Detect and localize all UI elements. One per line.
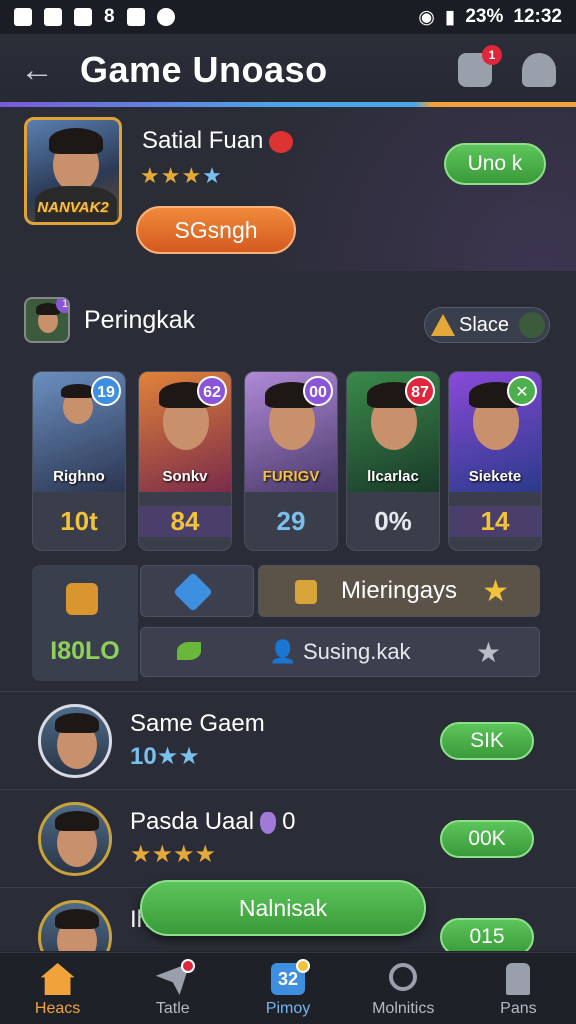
player-badge: ✕ <box>507 376 537 406</box>
unlock-button[interactable]: Uno k <box>444 143 546 185</box>
signal-icon: ▮ <box>444 6 456 28</box>
player-card[interactable]: 87 lIcarlac 0% <box>346 371 440 551</box>
ranking-badge: 1 <box>56 299 68 313</box>
bottom-nav: Heacs Tatle 32 Pimoy Molnitics Pans <box>0 952 576 1024</box>
player-badge: 62 <box>197 376 227 406</box>
avatar <box>38 900 112 951</box>
list-item-name: Same Gaem <box>130 710 265 737</box>
list-item-button[interactable]: SIK <box>440 722 534 760</box>
thumb-icon <box>506 963 531 995</box>
photo-icon <box>14 8 32 26</box>
player-score: 84 <box>139 506 231 537</box>
list-item-rating: 10★★ <box>130 743 200 770</box>
total-stat: I80LO <box>32 565 138 681</box>
profile-action-button[interactable]: SGsngh <box>136 206 296 254</box>
leaf-icon <box>177 642 201 660</box>
avatar-tag: NANVAK2 <box>37 199 109 216</box>
notification-icon <box>126 8 145 26</box>
profile-rating: ★★★★ <box>140 163 223 188</box>
player-score: 14 <box>449 506 541 537</box>
status-glyph: 8 <box>104 6 115 27</box>
avatar <box>38 704 112 778</box>
list-item[interactable]: Pasda Uaal 0 ★★★★ 00K <box>0 789 576 887</box>
trophy-icon <box>66 583 98 615</box>
list-item-rating: ★★★★ <box>130 841 217 868</box>
avatar <box>38 802 112 876</box>
ranking-title: Peringkak <box>84 305 196 334</box>
ranking-section: 1 Peringkak Slace 19 Righno 10t 62 Sonkv… <box>0 271 576 951</box>
list-item-button[interactable]: 015 <box>440 918 534 951</box>
nav-label: Tatle <box>155 1000 190 1017</box>
star-icon: ★ <box>482 575 509 608</box>
nav-label: Molnitics <box>372 1000 435 1017</box>
page-title: Game Unoaso <box>80 49 328 90</box>
player-card[interactable]: ✕ Siekete 14 <box>448 371 542 551</box>
player-badge: 00 <box>303 376 333 406</box>
user-icon: 👤 <box>269 639 303 664</box>
nav-badge <box>180 959 195 973</box>
player-card[interactable]: 62 Sonkv 84 <box>138 371 232 551</box>
nav-home[interactable]: Heacs <box>0 953 115 1024</box>
cube-icon <box>173 572 213 612</box>
mieringays-tile[interactable]: Mieringays ★ <box>258 565 540 617</box>
nav-label: Pans <box>500 1000 537 1017</box>
search-icon <box>389 963 418 991</box>
player-name: Sonkv <box>162 468 208 485</box>
player-name: Siekete <box>468 468 522 485</box>
back-arrow-icon[interactable]: ← <box>20 51 80 90</box>
nav-label: Pimoy <box>265 1000 311 1017</box>
player-badge: 19 <box>91 376 121 406</box>
battery-level: 23% <box>465 6 504 27</box>
slace-button[interactable]: Slace <box>424 307 550 343</box>
nav-tatle[interactable]: Tatle <box>115 953 230 1024</box>
clock: 12:32 <box>513 6 562 27</box>
list-item-name: Pasda Uaal 0 <box>130 808 296 835</box>
nav-pans[interactable]: Pans <box>461 953 576 1024</box>
wing-icon <box>431 314 455 336</box>
player-name: lIcarlac <box>367 468 419 485</box>
profile-card: NANVAK2 Satial Fuan ★★★★ SGsngh Uno k <box>0 107 576 271</box>
nav-badge <box>296 959 310 973</box>
wifi-icon: ◉ <box>418 6 435 28</box>
total-value: I80LO <box>50 637 120 665</box>
susing-tile[interactable]: 👤 Susing.kak ★ <box>140 627 540 677</box>
profile-name: Satial Fuan <box>142 127 294 155</box>
nav-molnitics[interactable]: Molnitics <box>346 953 461 1024</box>
list-item-button[interactable]: 00K <box>440 820 534 858</box>
gem-icon <box>295 580 317 604</box>
app-icon <box>156 8 175 26</box>
ranking-avatar: 1 <box>24 297 70 343</box>
player-card[interactable]: 00 FURIGV 29 <box>244 371 338 551</box>
notification-badge: 1 <box>482 45 502 65</box>
player-cards: 19 Righno 10t 62 Sonkv 84 00 FURIGV 29 8… <box>32 371 544 555</box>
player-name: Righno <box>53 468 105 485</box>
list-item[interactable]: Same Gaem 10★★ SIK <box>0 691 576 789</box>
floating-action-button[interactable]: Nalnisak <box>140 880 426 936</box>
player-name: FURIGV <box>262 468 320 485</box>
player-badge: 87 <box>405 376 435 406</box>
stats-panel: I80LO Mieringays ★ 👤 Susing.kak ★ <box>32 565 540 681</box>
player-score: 0% <box>374 506 412 536</box>
berry-icon <box>269 130 294 153</box>
app-header: ← Game Unoaso 1 <box>0 34 576 106</box>
profile-avatar[interactable]: NANVAK2 <box>24 117 122 225</box>
slace-avatar <box>519 312 545 338</box>
home-icon <box>40 963 75 995</box>
status-bar: 8 ◉ ▮ 23% 12:32 <box>0 0 576 34</box>
star-outline-icon: ★ <box>475 637 501 668</box>
profile-icon[interactable] <box>522 53 556 87</box>
player-score: 29 <box>276 506 306 536</box>
player-card[interactable]: 19 Righno 10t <box>32 371 126 551</box>
player-score: 10t <box>60 506 98 536</box>
instagram-icon <box>74 8 92 26</box>
nav-label: Heacs <box>34 1000 81 1017</box>
notifications-button[interactable]: 1 <box>458 45 502 87</box>
cube-tile[interactable] <box>140 565 254 617</box>
sim-icon <box>44 8 62 26</box>
nav-pimoy[interactable]: 32 Pimoy <box>230 953 345 1024</box>
potion-icon <box>260 811 277 834</box>
